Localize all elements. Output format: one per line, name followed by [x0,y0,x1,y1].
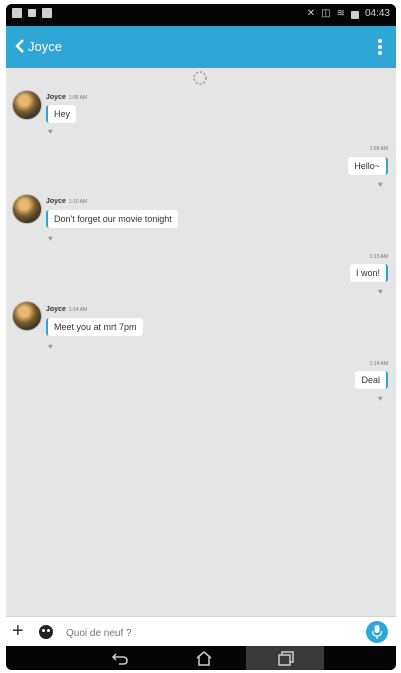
nav-home-icon[interactable] [194,650,214,666]
overflow-menu-icon[interactable] [378,39,382,55]
message-sender: Joyce 1:14 AM [46,306,88,313]
message-sender: Joyce 1:06 AM [46,94,88,101]
message-bubble-outgoing[interactable]: Deal [355,371,388,389]
sd-card-icon [28,9,36,17]
nav-back-icon[interactable] [110,650,130,666]
message-bubble-incoming[interactable]: Don't forget our movie tonight [46,210,178,228]
back-icon[interactable] [12,38,28,54]
heart-icon[interactable]: ♥ [378,395,386,403]
battery-icon [350,10,359,19]
composer-bar: + [6,616,396,647]
nav-recents-icon[interactable] [276,650,296,666]
heart-icon[interactable]: ♥ [48,128,56,136]
message-bubble-outgoing[interactable]: Hello~ [348,157,388,175]
heart-icon[interactable]: ♥ [48,343,56,351]
message-input[interactable] [64,623,358,643]
gallery-icon [42,8,52,18]
heart-icon[interactable]: ♥ [378,288,386,296]
avatar[interactable] [12,301,42,331]
status-bar: ✕ ◫ ≋ 04:43 [6,4,396,26]
emoji-icon[interactable] [39,625,53,639]
avatar[interactable] [12,194,42,224]
status-time: 04:43 [364,8,390,19]
chat-area[interactable]: Joyce 1:06 AM Hey ♥ 1:09 AM Hello~ ♥ Joyc… [6,68,396,616]
message-bubble-incoming[interactable]: Meet you at mrt 7pm [46,318,143,336]
message-sender: Joyce 1:10 AM [46,198,88,205]
heart-icon[interactable]: ♥ [378,181,386,189]
loading-spinner-icon [193,71,207,85]
notification-icon [12,8,22,18]
plus-icon[interactable]: + [12,621,24,641]
message-bubble-outgoing[interactable]: I won! [349,264,388,282]
message-time: 1:14 AM [369,361,388,367]
message-time: 1:13 AM [369,254,388,260]
avatar[interactable] [12,90,42,120]
system-nav-bar [6,646,396,670]
mute-icon: ✕ [306,8,316,19]
alarm-icon: ◫ [321,8,331,19]
wifi-icon: ≋ [336,8,345,19]
message-bubble-incoming[interactable]: Hey [46,105,77,123]
message-time: 1:09 AM [369,146,388,152]
device-frame: ✕ ◫ ≋ 04:43 Joyce Joyce 1:06 AM Hey ♥ 1:0… [6,4,396,670]
mic-icon[interactable] [366,621,388,643]
app-bar: Joyce [6,26,396,68]
conversation-title: Joyce [28,39,62,54]
heart-icon[interactable]: ♥ [48,235,56,243]
